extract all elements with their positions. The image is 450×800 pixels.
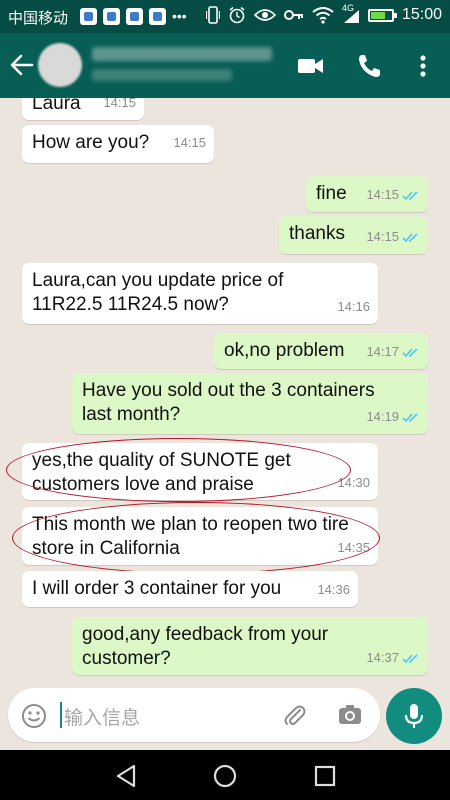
message-text: Laura,can you update price of 11R22.5 11… [32,270,284,315]
read-double-tick-icon [402,190,418,200]
voice-call-icon[interactable] [355,51,385,81]
emoji-icon[interactable] [20,702,48,730]
attach-paperclip-icon[interactable] [280,701,308,729]
message-meta: 14:17 [366,340,420,364]
message-time: 14:17 [366,344,399,359]
message-incoming[interactable]: I will order 3 container for you 14:36 [22,571,358,607]
input-placeholder: 输入信息 [64,708,141,729]
read-double-tick-icon [402,232,418,242]
message-text: I will order 3 container for you [32,578,282,599]
read-double-tick-icon [402,412,418,422]
camera-icon[interactable] [336,701,364,729]
text-cursor [60,702,62,728]
voice-message-button[interactable] [386,688,442,744]
eye-icon [253,9,276,21]
read-double-tick-icon [402,653,418,663]
more-options-icon[interactable] [408,51,438,81]
read-double-tick-icon [402,347,418,357]
message-incoming[interactable]: Laura 14:15 [22,98,144,120]
nav-home-icon[interactable] [211,762,239,790]
message-time: 14:15 [173,135,206,150]
key-icon [283,10,303,20]
message-meta: 14:37 [366,646,420,670]
facebook-icon [149,8,166,25]
message-input[interactable]: 输入信息 [8,688,380,742]
message-incoming[interactable]: How are you? 14:15 [22,125,214,163]
notification-icons: ••• [80,8,187,25]
chat-header [0,33,450,98]
message-incoming[interactable]: Laura,can you update price of 11R22.5 11… [22,263,378,324]
clock: 15:00 [401,6,442,23]
message-meta: 14:19 [366,405,420,429]
contact-status [92,69,232,81]
wifi-icon [312,6,334,24]
contact-name[interactable] [92,47,272,61]
message-outgoing[interactable]: fine 14:15 [306,176,428,212]
message-time: 14:36 [317,582,350,597]
more-notifications-icon: ••• [172,8,187,24]
location-app-icon [103,8,120,25]
message-time: 14:15 [366,187,399,202]
highlight-annotation-oval [12,502,380,574]
message-meta: 14:15 [366,225,420,249]
map-app-icon [126,8,143,25]
message-outgoing[interactable]: Have you sold out the 3 containers last … [72,373,428,434]
message-text: fine [316,183,347,204]
message-text: good,any feedback from your customer? [82,624,329,669]
message-outgoing[interactable]: thanks 14:15 [279,216,428,254]
signal-icon: 4G [342,3,360,24]
message-text: How are you? [32,132,150,153]
message-meta: 14:15 [366,183,420,207]
message-time: 14:37 [366,650,399,665]
message-time: 14:19 [366,409,399,424]
message-time: 14:15 [103,98,136,110]
message-time: 14:16 [337,299,370,314]
message-text: Laura [32,98,81,114]
alarm-icon [229,6,245,24]
microphone-icon [404,704,424,728]
nav-recents-icon[interactable] [311,762,339,790]
message-text: Have you sold out the 3 containers last … [82,380,375,425]
message-text: ok,no problem [224,340,345,361]
message-outgoing[interactable]: good,any feedback from your customer? 14… [72,617,428,675]
vibrate-icon [205,6,220,24]
message-outgoing[interactable]: ok,no problem 14:17 [214,333,428,369]
message-list[interactable]: Laura 14:15 How are you? 14:15 fine 14:1… [0,98,450,743]
status-bar: 中国移动 ••• 4G 15:00 [0,0,450,33]
carrier-label: 中国移动 [8,10,69,27]
highlight-annotation-oval [6,438,351,502]
message-text: thanks [289,223,345,244]
nav-back-icon[interactable] [112,762,140,790]
system-navigation-bar [0,750,450,800]
video-call-icon[interactable] [296,51,326,81]
notification-app-icon [80,8,97,25]
message-time: 14:15 [366,229,399,244]
battery-icon [367,8,397,22]
contact-avatar[interactable] [38,43,82,87]
back-arrow-icon[interactable] [8,51,36,79]
